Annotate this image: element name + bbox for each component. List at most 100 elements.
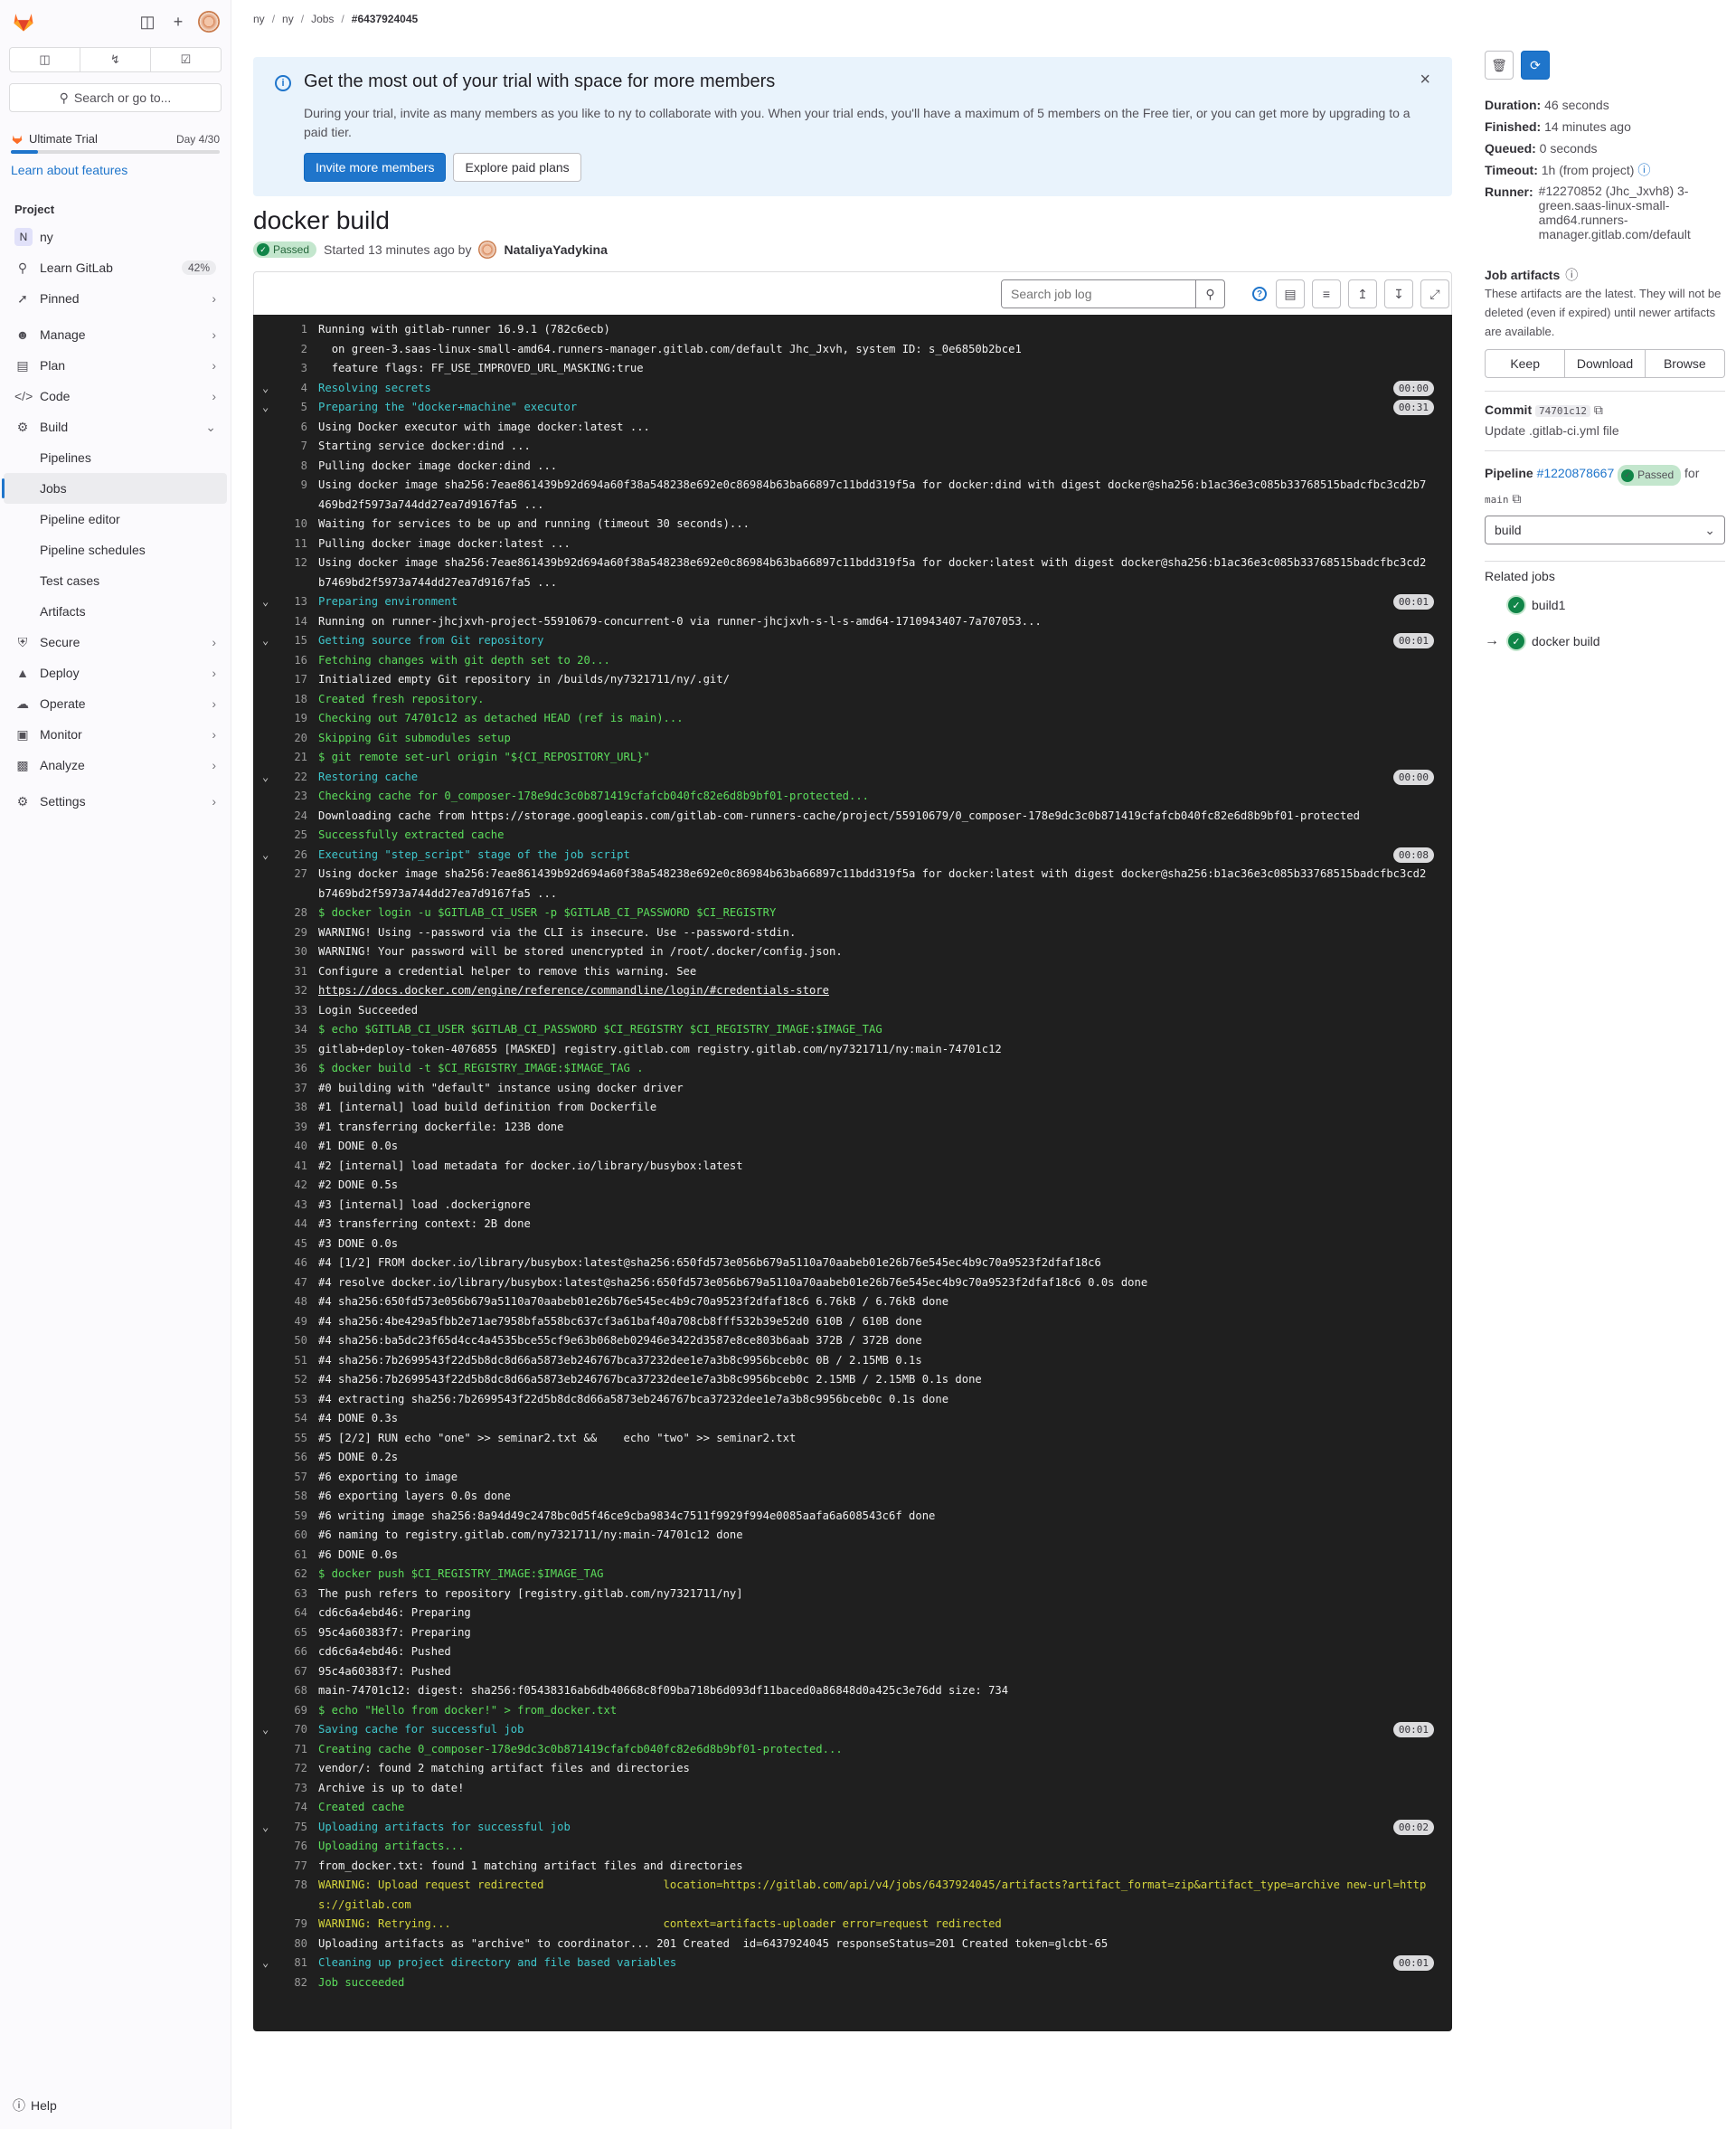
log-line-number[interactable]: 77	[280, 1857, 307, 1877]
log-line-number[interactable]: 43	[280, 1196, 307, 1216]
scroll-top-icon[interactable]: ↥	[1348, 279, 1377, 308]
search-job-log-input[interactable]	[1002, 280, 1195, 308]
pipeline-link[interactable]: #1220878667	[1537, 466, 1615, 480]
avatar[interactable]	[478, 241, 497, 259]
log-line-number[interactable]: 39	[280, 1118, 307, 1138]
commit-sha-link[interactable]: 74701c12	[1535, 405, 1590, 417]
log-line-number[interactable]: 8	[280, 457, 307, 477]
log-line-number[interactable]: 41	[280, 1157, 307, 1177]
log-line-number[interactable]: 72	[280, 1759, 307, 1779]
log-line-number[interactable]: 1	[280, 320, 307, 340]
log-line-number[interactable]: 19	[280, 709, 307, 729]
log-line-number[interactable]: 55	[280, 1429, 307, 1449]
log-line-number[interactable]: 63	[280, 1585, 307, 1604]
log-section-header[interactable]: ⌄ 26 Executing "step_script" stage of the …	[253, 846, 1452, 866]
log-line-number[interactable]: 28	[280, 904, 307, 923]
log-line-number[interactable]: 74	[280, 1798, 307, 1818]
question-icon[interactable]: ⓘ	[1565, 266, 1578, 284]
log-line-number[interactable]: 13	[280, 592, 307, 612]
sidebar-item-pipeline-schedules[interactable]: Pipeline schedules	[4, 535, 227, 565]
log-line-number[interactable]: 32	[280, 981, 307, 1001]
log-line-number[interactable]: 82	[280, 1973, 307, 1993]
search-button[interactable]: ⚲ Search or go to...	[9, 83, 222, 112]
chevron-down-icon[interactable]: ⌄	[262, 1954, 280, 1973]
log-line-number[interactable]: 10	[280, 515, 307, 535]
log-line-number[interactable]: 81	[280, 1954, 307, 1973]
log-line-number[interactable]: 9	[280, 476, 307, 515]
log-line-number[interactable]: 46	[280, 1254, 307, 1273]
log-line-number[interactable]: 70	[280, 1720, 307, 1740]
log-line-number[interactable]: 76	[280, 1837, 307, 1857]
question-icon[interactable]: ?	[1252, 287, 1267, 301]
sidebar-item-analyze[interactable]: ▩ Analyze ›	[4, 750, 227, 781]
log-line-number[interactable]: 62	[280, 1565, 307, 1585]
log-line-number[interactable]: 66	[280, 1642, 307, 1662]
todo-icon[interactable]: ☑	[151, 48, 221, 71]
log-line-number[interactable]: 40	[280, 1137, 307, 1157]
log-line-number[interactable]: 78	[280, 1876, 307, 1915]
log-line-number[interactable]: 48	[280, 1292, 307, 1312]
log-line-number[interactable]: 60	[280, 1526, 307, 1546]
related-job-item[interactable]: ✓ build1	[1485, 597, 1565, 613]
chevron-down-icon[interactable]: ⌄	[262, 846, 280, 866]
sidebar-item-code[interactable]: </> Code ›	[4, 381, 227, 412]
sidebar-item-monitor[interactable]: ▣ Monitor ›	[4, 719, 227, 750]
stage-select[interactable]: build ⌄	[1485, 516, 1725, 544]
chevron-down-icon[interactable]: ⌄	[262, 768, 280, 788]
log-line-number[interactable]: 17	[280, 670, 307, 690]
log-line-number[interactable]: 57	[280, 1468, 307, 1488]
breadcrumb-item[interactable]: ny	[253, 13, 265, 25]
log-line-number[interactable]: 42	[280, 1176, 307, 1196]
log-line-number[interactable]: 7	[280, 437, 307, 457]
log-line-number[interactable]: 14	[280, 612, 307, 632]
browse-button[interactable]: Browse	[1646, 350, 1724, 377]
sidebar-item-pinned[interactable]: ➚ Pinned ›	[4, 283, 227, 314]
sidebar-item-jobs[interactable]: Jobs	[2, 473, 227, 504]
log-section-header[interactable]: ⌄ 75 Uploading artifacts for successful jo…	[253, 1818, 1452, 1838]
log-line-number[interactable]: 22	[280, 768, 307, 788]
log-section-header[interactable]: ⌄ 4 Resolving secrets 00:00	[253, 379, 1452, 399]
log-line-number[interactable]: 79	[280, 1915, 307, 1935]
create-new-icon[interactable]: +	[165, 9, 191, 34]
help-icon[interactable]: ⓘ	[1637, 163, 1650, 177]
learn-about-features-link[interactable]: Learn about features	[11, 163, 220, 177]
sidebar-item-plan[interactable]: ▤ Plan ›	[4, 350, 227, 381]
log-line-number[interactable]: 49	[280, 1312, 307, 1332]
pipeline-ref-link[interactable]: main	[1485, 494, 1509, 506]
log-line-number[interactable]: 33	[280, 1001, 307, 1021]
retry-job-button[interactable]: ⟳	[1521, 51, 1550, 80]
user-avatar[interactable]	[196, 9, 222, 34]
log-line-number[interactable]: 12	[280, 554, 307, 592]
log-line-number[interactable]: 44	[280, 1215, 307, 1235]
trial-widget[interactable]: Ultimate Trial Day 4/30	[11, 132, 220, 154]
log-section-header[interactable]: ⌄ 81 Cleaning up project directory and fil…	[253, 1954, 1452, 1973]
chevron-down-icon[interactable]: ⌄	[262, 592, 280, 612]
keep-button[interactable]: Keep	[1486, 350, 1566, 377]
sidebar-item-manage[interactable]: ☻ Manage ›	[4, 319, 227, 350]
download-button[interactable]: Download	[1565, 350, 1646, 377]
chevron-down-icon[interactable]: ⌄	[262, 1720, 280, 1740]
log-line-number[interactable]: 36	[280, 1059, 307, 1079]
log-line-number[interactable]: 26	[280, 846, 307, 866]
log-line-number[interactable]: 38	[280, 1098, 307, 1118]
explore-paid-plans-button[interactable]: Explore paid plans	[453, 153, 581, 182]
invite-members-button[interactable]: Invite more members	[304, 153, 447, 182]
log-line-number[interactable]: 58	[280, 1487, 307, 1507]
log-line-number[interactable]: 59	[280, 1507, 307, 1527]
log-line-number[interactable]: 24	[280, 807, 307, 827]
log-line-number[interactable]: 67	[280, 1662, 307, 1682]
log-section-header[interactable]: ⌄ 5 Preparing the "docker+machine" executo…	[253, 398, 1452, 418]
log-line-number[interactable]: 51	[280, 1351, 307, 1371]
log-line-number[interactable]: 75	[280, 1818, 307, 1838]
log-section-header[interactable]: ⌄ 22 Restoring cache 00:00	[253, 768, 1452, 788]
sidebar-item-build[interactable]: ⚙ Build ⌄	[4, 412, 227, 442]
log-line-number[interactable]: 34	[280, 1020, 307, 1040]
log-line-number[interactable]: 52	[280, 1370, 307, 1390]
log-section-header[interactable]: ⌄ 15 Getting source from Git repository 00:…	[253, 631, 1452, 651]
log-line-number[interactable]: 53	[280, 1390, 307, 1410]
chevron-down-icon[interactable]: ⌄	[262, 1818, 280, 1838]
merge-request-icon[interactable]: ↯	[80, 48, 151, 71]
issues-icon[interactable]: ◫	[10, 48, 80, 71]
log-line-number[interactable]: 47	[280, 1273, 307, 1293]
sidebar-item-pipeline-editor[interactable]: Pipeline editor	[4, 504, 227, 535]
